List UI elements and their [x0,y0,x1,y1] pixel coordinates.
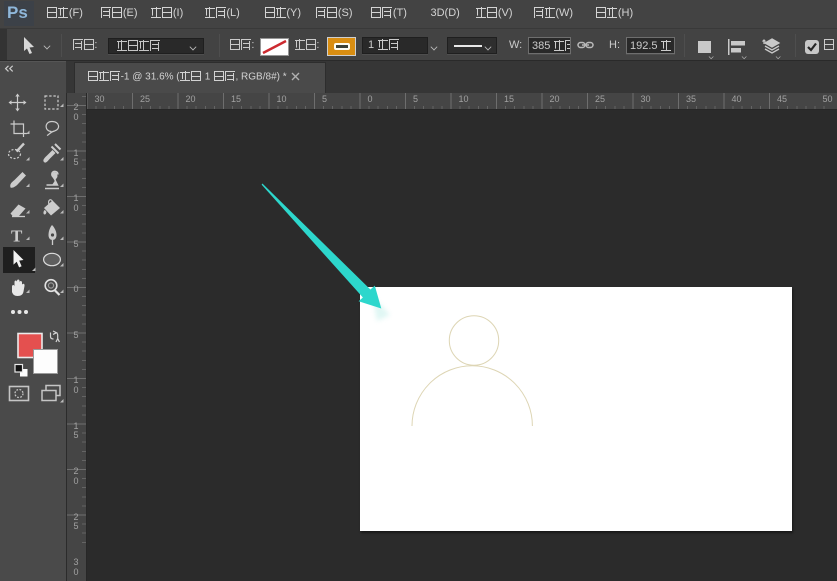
svg-text:T: T [11,227,23,246]
